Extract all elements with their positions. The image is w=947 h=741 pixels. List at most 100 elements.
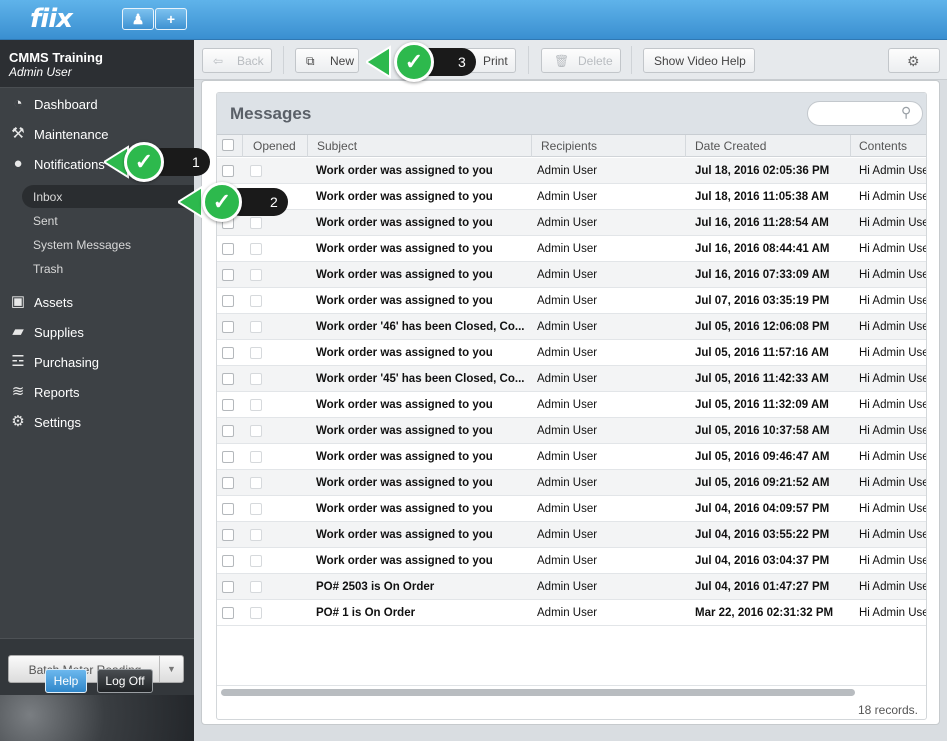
recipients-cell: Admin User — [537, 269, 598, 281]
table-row[interactable]: Work order was assigned to you Admin User… — [217, 158, 926, 184]
toolbar: ⇦ Back ⧉ New Print 🗑 Delete Show Video H… — [194, 40, 947, 80]
horizontal-scrollbar[interactable] — [221, 689, 855, 696]
table-row[interactable]: Work order was assigned to you Admin User… — [217, 288, 926, 314]
subject-cell: Work order was assigned to you — [316, 217, 493, 229]
table-row[interactable]: Work order was assigned to you Admin User… — [217, 548, 926, 574]
table-row[interactable]: Work order was assigned to you Admin User… — [217, 262, 926, 288]
sidebar-subitem-system-messages[interactable]: System Messages — [33, 238, 131, 252]
table-row[interactable]: Work order was assigned to you Admin User… — [217, 496, 926, 522]
opened-checkbox — [250, 321, 262, 333]
opened-checkbox — [250, 503, 262, 515]
add-button[interactable]: + — [155, 8, 187, 30]
chevron-down-icon[interactable]: ▼ — [159, 656, 183, 682]
print-label: Print — [483, 54, 508, 68]
show-video-help-button[interactable]: Show Video Help — [643, 48, 755, 73]
back-label: Back — [237, 54, 264, 68]
table-row[interactable]: Work order '46' has been Closed, Co... Ad… — [217, 314, 926, 340]
contents-cell: Hi Admin User — [859, 451, 927, 463]
new-label: New — [330, 54, 355, 68]
user-button[interactable]: ♟ — [122, 8, 154, 30]
date-cell: Jul 05, 2016 11:32:09 AM — [695, 399, 829, 411]
fiix-logo[interactable]: fiix — [30, 4, 73, 34]
sidebar-item-dashboard[interactable]: ◔ Dashboard — [0, 90, 194, 118]
recipients-cell: Admin User — [537, 555, 598, 567]
table-row[interactable]: PO# 2503 is On Order Admin User Jul 04, 20… — [217, 574, 926, 600]
row-select-checkbox[interactable] — [222, 581, 234, 593]
table-row[interactable]: Work order was assigned to you Admin User… — [217, 184, 926, 210]
row-select-checkbox[interactable] — [222, 295, 234, 307]
table-row[interactable]: Work order was assigned to you Admin User… — [217, 236, 927, 262]
date-cell: Jul 04, 2016 01:47:27 PM — [695, 581, 830, 593]
contents-cell: Hi Admin User — [859, 477, 927, 489]
date-cell: Jul 05, 2016 11:42:33 AM — [695, 373, 829, 385]
boxes-icon: ▣ — [10, 293, 26, 310]
back-button[interactable]: ⇦ Back — [202, 48, 272, 73]
table-row[interactable]: Work order was assigned to you Admin User… — [217, 470, 927, 496]
log-off-button[interactable]: Log Off — [97, 669, 153, 693]
table-row[interactable]: Work order '45' has been Closed, Co... Ad… — [217, 366, 926, 392]
search-icon[interactable]: ⚲ — [901, 104, 917, 120]
sidebar-item-supplies[interactable]: ▰ Supplies — [0, 318, 194, 346]
recipients-cell: Admin User — [537, 347, 598, 359]
check-icon: ✓ — [394, 42, 434, 82]
row-select-checkbox[interactable] — [222, 165, 234, 177]
sidebar-item-maintenance[interactable]: ⚒ Maintenance — [0, 120, 194, 148]
row-select-checkbox[interactable] — [222, 529, 234, 541]
row-select-checkbox[interactable] — [222, 477, 234, 489]
callout-3: 3 ✓ — [366, 42, 476, 82]
opened-checkbox — [250, 529, 262, 541]
recipients-cell: Admin User — [537, 373, 598, 385]
row-select-checkbox[interactable] — [222, 555, 234, 567]
record-count: 18 records. — [857, 703, 918, 717]
table-row[interactable]: Work order was assigned to you Admin User… — [217, 210, 926, 236]
settings-button[interactable]: ⚙ — [888, 48, 940, 73]
sidebar-subitem-inbox[interactable]: Inbox — [33, 190, 62, 204]
date-cell: Jul 04, 2016 03:55:22 PM — [695, 529, 830, 541]
delete-button[interactable]: 🗑 Delete — [541, 48, 621, 73]
row-select-checkbox[interactable] — [222, 321, 234, 333]
select-all-checkbox[interactable] — [222, 139, 234, 151]
date-cell: Jul 05, 2016 09:46:47 AM — [695, 451, 830, 463]
column-header-contents[interactable]: Contents — [859, 139, 907, 153]
help-button[interactable]: Help — [45, 669, 87, 693]
table-row[interactable]: PO# 1 is On Order Admin User Mar 22, 2016 … — [217, 600, 926, 626]
table-row[interactable]: Work order was assigned to you Admin User… — [217, 444, 927, 470]
contents-cell: Hi Admin User — [859, 243, 927, 255]
column-header-date-created[interactable]: Date Created — [695, 139, 766, 153]
row-select-checkbox[interactable] — [222, 451, 234, 463]
sidebar-item-label: Dashboard — [34, 97, 98, 112]
new-button[interactable]: ⧉ New — [295, 48, 359, 73]
sidebar-item-settings[interactable]: ⚙ Settings — [0, 408, 194, 436]
sidebar-item-assets[interactable]: ▣ Assets — [0, 288, 194, 316]
column-header-opened[interactable]: Opened — [253, 139, 296, 153]
row-select-checkbox[interactable] — [222, 607, 234, 619]
subject-cell: Work order was assigned to you — [316, 503, 493, 515]
sidebar-subitem-sent[interactable]: Sent — [33, 214, 58, 228]
row-select-checkbox[interactable] — [222, 503, 234, 515]
table-row[interactable]: Work order was assigned to you Admin User… — [217, 340, 926, 366]
column-header-subject[interactable]: Subject — [317, 139, 357, 153]
row-select-checkbox[interactable] — [222, 243, 234, 255]
top-bar: fiix ♟ + — [0, 0, 947, 40]
row-select-checkbox[interactable] — [222, 373, 234, 385]
recipients-cell: Admin User — [537, 243, 598, 255]
gear-icon: ⚙ — [11, 413, 25, 430]
row-select-checkbox[interactable] — [222, 269, 234, 281]
table-row[interactable]: Work order was assigned to you Admin User… — [217, 418, 926, 444]
column-header-recipients[interactable]: Recipients — [541, 139, 597, 153]
row-select-checkbox[interactable] — [222, 425, 234, 437]
recipients-cell: Admin User — [537, 607, 598, 619]
table-row[interactable]: Work order was assigned to you Admin User… — [217, 392, 926, 418]
opened-checkbox — [250, 269, 262, 281]
sidebar-subitem-trash[interactable]: Trash — [33, 262, 63, 276]
sidebar-item-purchasing[interactable]: ☲ Purchasing — [0, 348, 194, 376]
user-icon: ♟ — [131, 11, 145, 27]
sidebar-item-reports[interactable]: ≋ Reports — [0, 378, 194, 406]
recipients-cell: Admin User — [537, 581, 598, 593]
column-divider — [850, 135, 851, 157]
table-row[interactable]: Work order was assigned to you Admin User… — [217, 522, 926, 548]
batch-meter-reading-button[interactable]: Batch Meter Reading ▼ — [8, 655, 184, 683]
row-select-checkbox[interactable] — [222, 399, 234, 411]
recipients-cell: Admin User — [537, 295, 598, 307]
row-select-checkbox[interactable] — [222, 347, 234, 359]
